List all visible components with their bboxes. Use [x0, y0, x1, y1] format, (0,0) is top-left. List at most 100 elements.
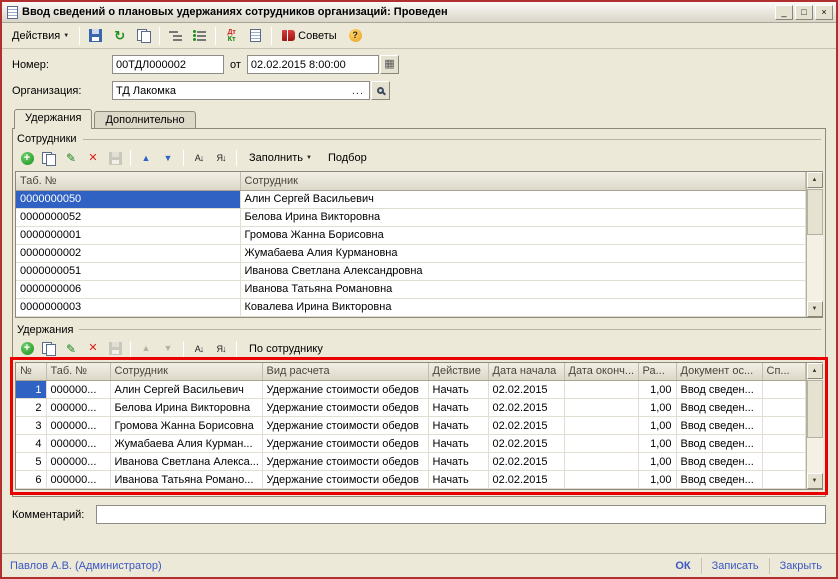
cell-tab-no[interactable]: 0000000050	[16, 190, 240, 208]
table-row[interactable]: 0000000002 Жумабаева Алия Курмановна	[16, 244, 805, 262]
employees-edit-button[interactable]: ✎	[61, 148, 81, 168]
cell-date-end[interactable]	[564, 399, 638, 417]
by-employee-button[interactable]: По сотруднику	[242, 339, 330, 359]
table-row[interactable]: 0000000006 Иванова Татьяна Романовна	[16, 280, 805, 298]
cell-num[interactable]: 1	[16, 381, 46, 399]
employees-copy-button[interactable]	[39, 148, 59, 168]
calendar-button[interactable]: ▦	[380, 55, 399, 74]
deductions-delete-button[interactable]: ✕	[83, 339, 103, 359]
cell-tab-no[interactable]: 000000...	[46, 399, 110, 417]
cell-action[interactable]: Начать	[428, 417, 488, 435]
actions-menu-button[interactable]: Действия ▼	[6, 25, 75, 47]
scroll-track[interactable]	[807, 379, 823, 474]
cell-date-end[interactable]	[564, 453, 638, 471]
cell-tab-no[interactable]: 0000000002	[16, 244, 240, 262]
cell-rate[interactable]: 1,00	[638, 381, 676, 399]
cell-rate[interactable]: 1,00	[638, 453, 676, 471]
pick-button[interactable]: Подбор	[321, 148, 374, 168]
employees-sort-asc-button[interactable]: А↓	[189, 148, 209, 168]
help-button[interactable]: ?	[344, 25, 367, 47]
cell-doc[interactable]: Ввод сведен...	[676, 417, 762, 435]
cell-tab-no[interactable]: 000000...	[46, 435, 110, 453]
cell-calc-type[interactable]: Удержание стоимости обедов	[262, 381, 428, 399]
deductions-end-edit-button[interactable]	[105, 339, 125, 359]
cell-employee[interactable]: Иванова Татьяна Романовна	[240, 280, 805, 298]
column-header-extra[interactable]: Сп...	[762, 363, 805, 381]
cell-calc-type[interactable]: Удержание стоимости обедов	[262, 399, 428, 417]
dt-kt-postings-button[interactable]: ДтКт	[220, 25, 243, 47]
employees-delete-button[interactable]: ✕	[83, 148, 103, 168]
cell-date-start[interactable]: 02.02.2015	[488, 381, 564, 399]
employees-add-button[interactable]: +	[17, 148, 37, 168]
cell-date-end[interactable]	[564, 381, 638, 399]
cell-extra[interactable]	[762, 417, 805, 435]
employees-sort-desc-button[interactable]: Я↓	[211, 148, 231, 168]
employees-move-down-button[interactable]: ▼	[158, 148, 178, 168]
cell-employee[interactable]: Ковалева Ирина Викторовна	[240, 298, 805, 316]
cell-tab-no[interactable]: 0000000051	[16, 262, 240, 280]
table-row[interactable]: 0000000051 Иванова Светлана Александровн…	[16, 262, 805, 280]
comment-input[interactable]	[96, 505, 826, 524]
deductions-move-up-button[interactable]: ▲	[136, 339, 156, 359]
organization-ellipsis-button[interactable]: ...	[350, 85, 366, 97]
cell-action[interactable]: Начать	[428, 381, 488, 399]
cell-num[interactable]: 4	[16, 435, 46, 453]
check-list-button[interactable]	[188, 25, 211, 47]
tips-button[interactable]: Советы	[276, 25, 342, 47]
number-input[interactable]: 00ТДЛ000002	[112, 55, 224, 74]
cell-employee[interactable]: Жумабаева Алия Курман...	[110, 435, 262, 453]
deductions-sort-desc-button[interactable]: Я↓	[211, 339, 231, 359]
cell-tab-no[interactable]: 0000000001	[16, 226, 240, 244]
ok-button[interactable]: ОК	[665, 558, 700, 574]
scroll-track[interactable]	[807, 188, 823, 301]
column-header-date-start[interactable]: Дата начала	[488, 363, 564, 381]
cell-date-start[interactable]: 02.02.2015	[488, 453, 564, 471]
cell-doc[interactable]: Ввод сведен...	[676, 435, 762, 453]
column-header-doc[interactable]: Документ ос...	[676, 363, 762, 381]
scroll-up-button[interactable]: ▲	[807, 363, 823, 379]
cell-employee[interactable]: Иванова Светлана Александровна	[240, 262, 805, 280]
table-row[interactable]: 0000000001 Громова Жанна Борисовна	[16, 226, 805, 244]
cell-employee[interactable]: Алин Сергей Васильевич	[110, 381, 262, 399]
table-row[interactable]: 5 000000... Иванова Светлана Алекса... У…	[16, 453, 805, 471]
cell-num[interactable]: 3	[16, 417, 46, 435]
maximize-button[interactable]: □	[795, 5, 813, 20]
cell-extra[interactable]	[762, 471, 805, 489]
cell-tab-no[interactable]: 0000000003	[16, 298, 240, 316]
cell-tab-no[interactable]: 0000000052	[16, 208, 240, 226]
cell-doc[interactable]: Ввод сведен...	[676, 453, 762, 471]
table-row[interactable]: 0000000052 Белова Ирина Викторовна	[16, 208, 805, 226]
cell-num[interactable]: 6	[16, 471, 46, 489]
scroll-up-button[interactable]: ▲	[807, 172, 823, 188]
cell-action[interactable]: Начать	[428, 453, 488, 471]
table-row[interactable]: 4 000000... Жумабаева Алия Курман... Уде…	[16, 435, 805, 453]
cell-employee[interactable]: Громова Жанна Борисовна	[110, 417, 262, 435]
table-row[interactable]: 0000000003 Ковалева Ирина Викторовна	[16, 298, 805, 316]
cell-date-start[interactable]: 02.02.2015	[488, 471, 564, 489]
cell-date-end[interactable]	[564, 435, 638, 453]
employees-end-edit-button[interactable]	[105, 148, 125, 168]
deductions-edit-button[interactable]: ✎	[61, 339, 81, 359]
cell-action[interactable]: Начать	[428, 435, 488, 453]
cell-employee[interactable]: Громова Жанна Борисовна	[240, 226, 805, 244]
cell-tab-no[interactable]: 000000...	[46, 453, 110, 471]
cell-extra[interactable]	[762, 435, 805, 453]
minimize-button[interactable]: _	[775, 5, 793, 20]
cell-employee[interactable]: Иванова Светлана Алекса...	[110, 453, 262, 471]
write-button[interactable]: Записать	[701, 558, 769, 574]
cell-calc-type[interactable]: Удержание стоимости обедов	[262, 417, 428, 435]
reread-button[interactable]: ↻	[108, 25, 131, 47]
register-records-button[interactable]	[244, 25, 267, 47]
cell-date-start[interactable]: 02.02.2015	[488, 417, 564, 435]
cell-calc-type[interactable]: Удержание стоимости обедов	[262, 453, 428, 471]
copy-document-button[interactable]	[132, 25, 155, 47]
close-button[interactable]: ×	[815, 5, 833, 20]
cell-calc-type[interactable]: Удержание стоимости обедов	[262, 435, 428, 453]
deductions-scrollbar[interactable]: ▲ ▼	[806, 363, 823, 490]
cell-employee[interactable]: Жумабаева Алия Курмановна	[240, 244, 805, 262]
table-row[interactable]: 6 000000... Иванова Татьяна Романо... Уд…	[16, 471, 805, 489]
cell-date-start[interactable]: 02.02.2015	[488, 435, 564, 453]
cell-tab-no[interactable]: 0000000006	[16, 280, 240, 298]
cell-rate[interactable]: 1,00	[638, 471, 676, 489]
cell-num[interactable]: 5	[16, 453, 46, 471]
